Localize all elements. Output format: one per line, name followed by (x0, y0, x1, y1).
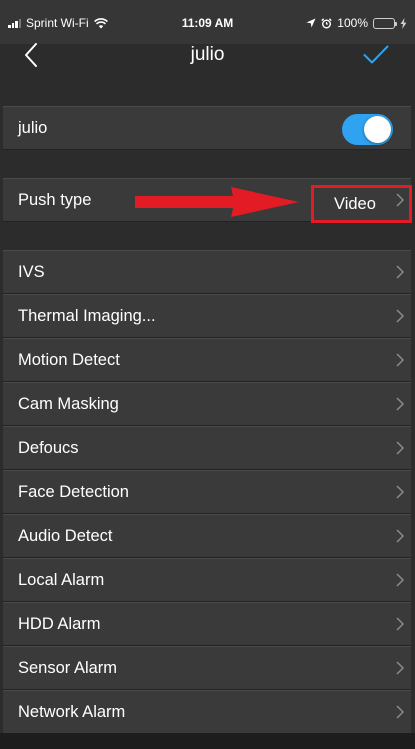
menu-item-face-detection[interactable]: Face Detection (3, 470, 411, 514)
menu-item-label: Sensor Alarm (18, 658, 118, 677)
menu-item-label: Thermal Imaging... (18, 306, 156, 325)
section-spacer (3, 78, 411, 106)
menu-item-label: HDD Alarm (18, 614, 101, 633)
menu-item-network-alarm[interactable]: Network Alarm (3, 690, 411, 734)
chevron-right-icon (396, 529, 405, 543)
alarm-menu-list: IVS Thermal Imaging... Motion Detect Cam Ma… (3, 250, 411, 734)
menu-item-audio-detect[interactable]: Audio Detect (3, 514, 411, 558)
menu-item-cam-masking[interactable]: Cam Masking (3, 382, 411, 426)
section-spacer (3, 222, 411, 250)
chevron-right-icon (396, 661, 405, 675)
settings-list: julio Push type Video IVS Thermal Imaging… (3, 78, 412, 749)
menu-item-label: IVS (18, 262, 45, 281)
checkmark-icon (363, 45, 389, 64)
section-spacer (3, 150, 411, 178)
chevron-right-icon (396, 617, 405, 631)
annotation-arrow-icon (135, 187, 299, 217)
menu-item-label: Network Alarm (18, 702, 126, 721)
push-type-label: Push type (18, 190, 92, 209)
chevron-right-icon (396, 397, 405, 411)
background-peek (0, 733, 415, 749)
toggle-knob (364, 116, 391, 143)
menu-item-label: Face Detection (18, 482, 129, 501)
nav-bar: julio (0, 0, 415, 78)
menu-item-label: Local Alarm (18, 570, 105, 589)
chevron-right-icon (396, 353, 405, 367)
chevron-right-icon (396, 573, 405, 587)
push-type-value: Video (334, 194, 376, 213)
menu-item-local-alarm[interactable]: Local Alarm (3, 558, 411, 602)
chevron-right-icon (396, 265, 405, 279)
device-toggle-row: julio (3, 106, 411, 150)
menu-item-defoucs[interactable]: Defoucs (3, 426, 411, 470)
chevron-right-icon (396, 309, 405, 323)
chevron-right-icon (396, 485, 405, 499)
device-name-label: julio (18, 118, 48, 137)
page-title: julio (190, 44, 225, 65)
menu-item-label: Audio Detect (18, 526, 113, 545)
menu-item-thermal-imaging[interactable]: Thermal Imaging... (3, 294, 411, 338)
chevron-right-icon (396, 193, 405, 207)
chevron-right-icon (396, 441, 405, 455)
confirm-button[interactable] (359, 40, 393, 70)
push-type-row[interactable]: Push type Video (3, 178, 412, 223)
menu-item-label: Cam Masking (18, 394, 119, 413)
menu-item-hdd-alarm[interactable]: HDD Alarm (3, 602, 411, 646)
menu-item-label: Defoucs (18, 438, 79, 457)
device-enable-toggle[interactable] (342, 114, 393, 145)
chevron-right-icon (396, 705, 405, 719)
menu-item-ivs[interactable]: IVS (3, 250, 411, 294)
menu-item-sensor-alarm[interactable]: Sensor Alarm (3, 646, 411, 690)
menu-item-label: Motion Detect (18, 350, 120, 369)
menu-item-motion-detect[interactable]: Motion Detect (3, 338, 411, 382)
